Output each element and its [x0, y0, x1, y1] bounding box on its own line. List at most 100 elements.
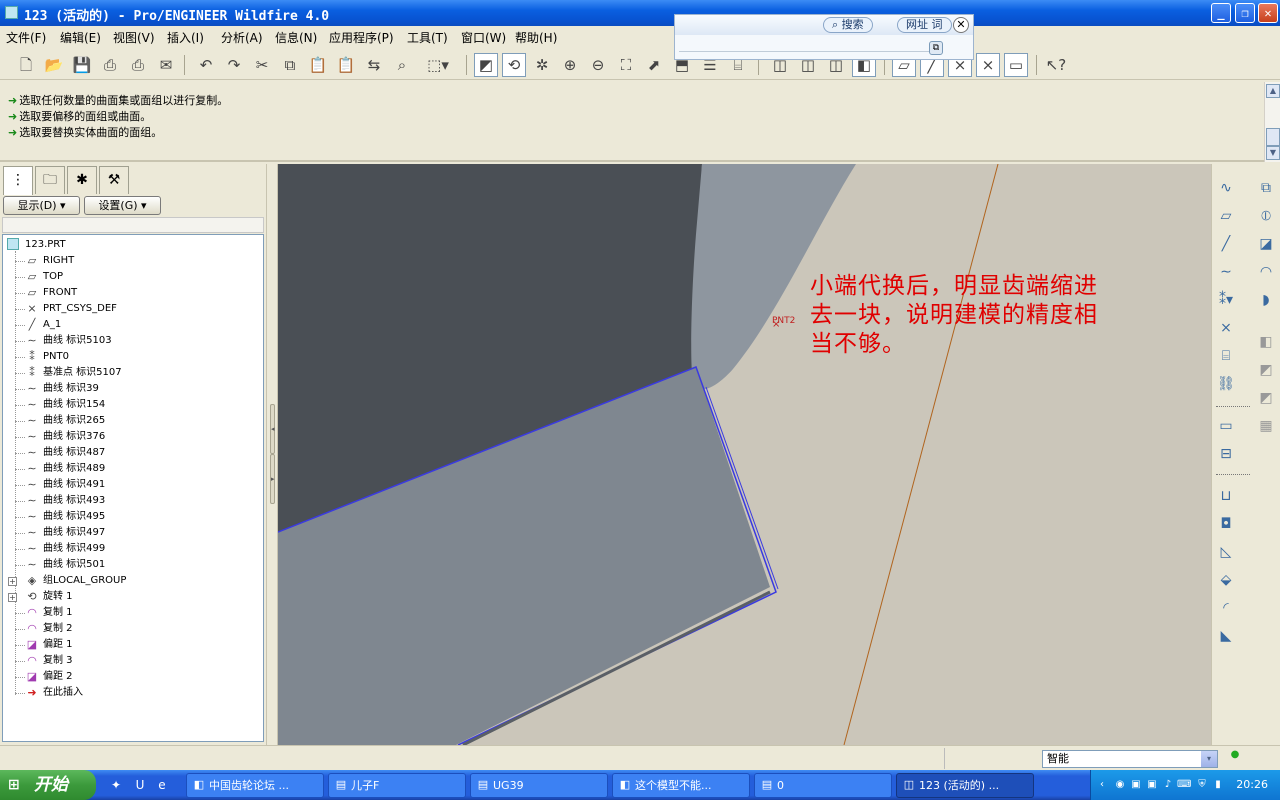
search-button[interactable]: ⌕ 搜索 [823, 17, 873, 33]
scroll-down-icon[interactable]: ▼ [1266, 146, 1280, 160]
tree-item[interactable]: ⨯ PRT_CSYS_DEF [3, 301, 261, 317]
round-icon[interactable]: ◜ [1214, 596, 1238, 620]
expand-icon[interactable]: + [8, 577, 17, 586]
search-popup-close-icon[interactable]: ✕ [953, 17, 969, 33]
zoom-out-icon[interactable]: ⊖ [586, 53, 610, 77]
expand-icon[interactable]: ⧉ [929, 41, 943, 55]
tree-item[interactable]: ∼ 曲线 标识487 [3, 445, 261, 461]
ie-icon[interactable]: e [154, 777, 170, 793]
start-button[interactable]: ⊞ 开始 [0, 770, 96, 800]
chevron-down-icon[interactable]: ▾ [1201, 751, 1217, 767]
hierarchy-icon[interactable]: ⊟ [1214, 442, 1238, 466]
menu-edit[interactable]: 编辑(E) [60, 29, 101, 46]
datum-curve-icon[interactable]: ∼ [1214, 260, 1238, 284]
u-icon[interactable]: U [132, 777, 148, 793]
sketch-icon[interactable]: ∿ [1214, 176, 1238, 200]
tree-item[interactable]: ∼ 曲线 标识501 [3, 557, 261, 573]
tray-network-icon[interactable]: ▣ [1145, 778, 1159, 792]
model-tree-tab[interactable]: ⋮ [3, 166, 33, 195]
tree-item[interactable]: ∼ 曲线 标识376 [3, 429, 261, 445]
taskbar-item[interactable]: ▤ 儿子F [328, 773, 466, 798]
tree-item[interactable]: ◪ 偏距 2 [3, 669, 261, 685]
pattern-icon[interactable]: ▦ [1254, 414, 1278, 438]
menu-help[interactable]: 帮助(H) [515, 29, 557, 46]
favorites-tab[interactable]: ✱ [67, 166, 97, 194]
search-input-line[interactable] [679, 51, 929, 52]
open-file-icon[interactable]: 📂 [42, 53, 66, 77]
intersect-icon[interactable]: ◧ [1254, 330, 1278, 354]
regenerate-icon[interactable]: ⇆ [362, 53, 386, 77]
expand-icon[interactable]: + [8, 593, 17, 602]
menu-view[interactable]: 视图(V) [113, 29, 155, 46]
tree-item[interactable]: ∼ 曲线 标识497 [3, 525, 261, 541]
folder-browser-tab[interactable]: 🗀 [35, 166, 65, 194]
paste-icon[interactable]: 📋 [306, 53, 330, 77]
datum-plane-icon[interactable]: ▱ [1214, 204, 1238, 228]
paste-special-icon[interactable]: 📋 [334, 53, 358, 77]
send-mail-icon[interactable]: ✉ [154, 53, 178, 77]
taskbar-item[interactable]: ◧ 这个模型不能... [612, 773, 750, 798]
zoom-in-icon[interactable]: ⊕ [558, 53, 582, 77]
tray-qq-icon[interactable]: ◉ [1113, 778, 1127, 792]
menu-tools[interactable]: 工具(T) [407, 29, 448, 46]
expand-right-icon[interactable]: ▸ [270, 454, 275, 504]
tree-item[interactable]: ◠ 复制 2 [3, 621, 261, 637]
minimize-button[interactable]: _ [1211, 3, 1231, 23]
tree-item[interactable]: ∼ 曲线 标识489 [3, 461, 261, 477]
collapse-left-icon[interactable]: ◂ [270, 404, 275, 454]
menu-file[interactable]: 文件(F) [6, 29, 46, 46]
close-button[interactable]: ✕ [1258, 3, 1278, 23]
tree-item[interactable]: + ⟲ 旋转 1 [3, 589, 261, 605]
save-icon[interactable]: 💾 [70, 53, 94, 77]
shell-icon[interactable]: ⬙ [1214, 568, 1238, 592]
tree-item[interactable]: ◠ 复制 1 [3, 605, 261, 621]
menu-info[interactable]: 信息(N) [275, 29, 317, 46]
taskbar-item[interactable]: ▤ 0 [754, 773, 892, 798]
hole-icon[interactable]: ◘ [1214, 512, 1238, 536]
tree-item[interactable]: ∼ 曲线 标识499 [3, 541, 261, 557]
orient-mode-icon[interactable]: ✲ [530, 53, 554, 77]
new-file-icon[interactable]: 🗋 [14, 53, 38, 77]
menu-insert[interactable]: 插入(I) [167, 29, 204, 46]
reorient-icon[interactable]: ⬈ [642, 53, 666, 77]
tray-network-icon[interactable]: ▣ [1129, 778, 1143, 792]
undo-icon[interactable]: ↶ [194, 53, 218, 77]
tree-item[interactable]: ╱ A_1 [3, 317, 261, 333]
taskbar-item-active[interactable]: ◫ 123 (活动的) ... [896, 773, 1034, 798]
print-icon[interactable]: ⎙ [98, 53, 122, 77]
datum-axis-icon[interactable]: ╱ [1214, 232, 1238, 256]
menu-window[interactable]: 窗口(W) [461, 29, 506, 46]
copy-feature-icon[interactable]: ⧉ [1254, 176, 1278, 200]
tray-arrow-icon[interactable]: ‹ [1095, 778, 1109, 792]
extrude-icon[interactable]: ⊔ [1214, 484, 1238, 508]
tree-item[interactable]: ▱ RIGHT [3, 253, 261, 269]
tree-item[interactable]: ∼ 曲线 标识491 [3, 477, 261, 493]
settings-menu-button[interactable]: 设置(G) ▾ [84, 196, 161, 215]
find-icon[interactable]: ⌕ [390, 53, 414, 77]
merge-icon[interactable]: ◪ [1254, 232, 1278, 256]
scroll-up-icon[interactable]: ▲ [1266, 84, 1280, 98]
csys-display-icon[interactable]: ⨯ [976, 53, 1000, 77]
tree-item[interactable]: ▱ TOP [3, 269, 261, 285]
mirror-icon[interactable]: ⦶ [1254, 204, 1278, 228]
datum-point-icon[interactable]: ⁑▾ [1214, 288, 1238, 312]
trim-icon[interactable]: ◠ [1254, 260, 1278, 284]
message-scrollbar[interactable]: ▲ ▼ [1264, 82, 1280, 162]
panel-splitter[interactable]: ◂ ▸ [266, 164, 278, 745]
url-button[interactable]: 网址 词 [897, 17, 952, 33]
tree-item[interactable]: ◠ 复制 3 [3, 653, 261, 669]
tree-item[interactable]: ◪ 偏距 1 [3, 637, 261, 653]
tree-item[interactable]: ∼ 曲线 标识495 [3, 509, 261, 525]
project-icon[interactable]: ◩ [1254, 358, 1278, 382]
tree-item[interactable]: ⁑ PNT0 [3, 349, 261, 365]
tree-item[interactable]: ⁑ 基准点 标识5107 [3, 365, 261, 381]
redo-icon[interactable]: ↷ [222, 53, 246, 77]
annotation-display-icon[interactable]: ▭ [1004, 53, 1028, 77]
menu-applications[interactable]: 应用程序(P) [329, 29, 394, 46]
show-menu-button[interactable]: 显示(D) ▾ [3, 196, 80, 215]
gear-icon[interactable]: ✦ [108, 777, 124, 793]
selection-filter-select[interactable]: 智能 ▾ [1042, 750, 1218, 768]
context-help-icon[interactable]: ↖? [1044, 53, 1068, 77]
refit-icon[interactable]: ⛶ [614, 53, 638, 77]
repaint-icon[interactable]: ◩ [474, 53, 498, 77]
